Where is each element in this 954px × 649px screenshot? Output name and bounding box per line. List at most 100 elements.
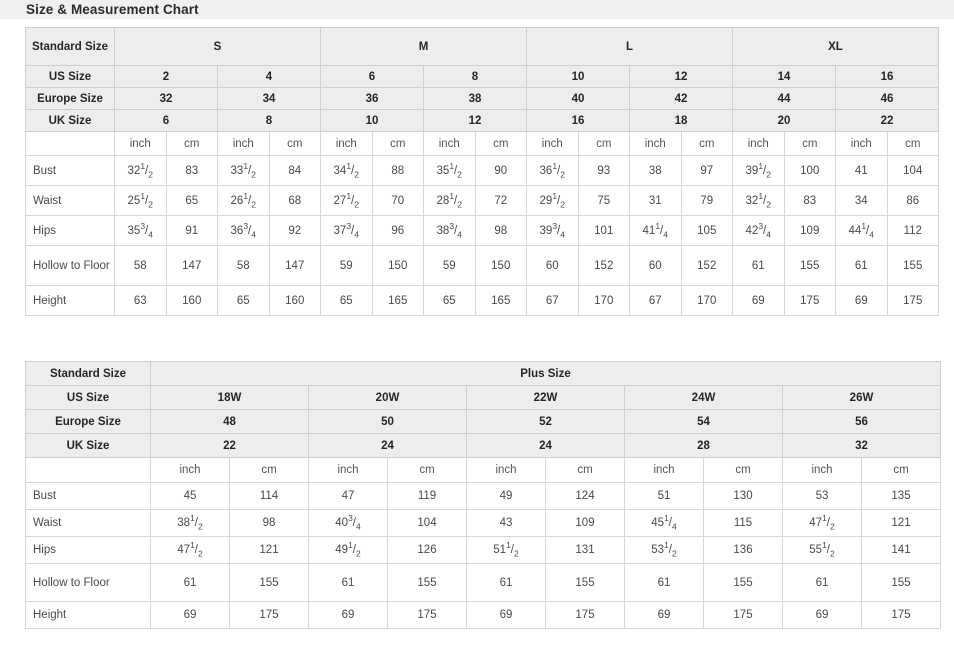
measurement-row: Hollow to Floor 58 147 58 147 59 150 59 150 60 152… <box>25 245 939 286</box>
size-row-us-size: US Size 18W 20W 22W 24W 26W <box>25 385 941 410</box>
fraction: 1/2 <box>190 540 203 559</box>
measurement-value-cell: 152 <box>680 245 733 286</box>
measurement-value-cell: 131 <box>545 536 625 564</box>
measurement-value-cell: 61 <box>835 245 888 286</box>
measurement-value-cell: 551/2 <box>782 536 862 564</box>
group-header-row: Standard Size S M L XL <box>25 27 939 66</box>
measurement-row-label: Height <box>25 285 115 316</box>
unit-row-label <box>25 131 115 156</box>
fraction: 1/2 <box>822 513 835 532</box>
measurement-value-cell: 403/4 <box>308 509 388 537</box>
size-value-cell: 12 <box>629 65 733 88</box>
size-row-uk-size: UK Size 22 24 24 28 32 <box>25 433 941 458</box>
measurement-value-cell: 68 <box>268 185 321 216</box>
unit-cell-cm: cm <box>474 131 527 156</box>
size-value-cell: 20 <box>732 109 836 132</box>
measurement-value-cell: 119 <box>387 482 467 510</box>
unit-cell-inch: inch <box>466 457 546 483</box>
measurement-value-cell: 109 <box>545 509 625 537</box>
fraction: 3/4 <box>449 220 462 239</box>
measurement-value-cell: 175 <box>783 285 836 316</box>
unit-row-label <box>25 457 151 483</box>
size-value-cell: 6 <box>114 109 218 132</box>
size-value-cell: 34 <box>217 87 321 110</box>
size-value-cell: 38 <box>423 87 527 110</box>
measurement-value-cell: 114 <box>229 482 309 510</box>
plus-size-group-header: Plus Size <box>150 361 941 386</box>
measurement-value-cell: 281/2 <box>423 185 476 216</box>
measurement-row-label: Waist <box>25 185 115 216</box>
size-value-cell: 14 <box>732 65 836 88</box>
measurement-value-cell: 175 <box>861 601 941 629</box>
measurement-value-cell: 61 <box>150 563 230 602</box>
measurement-value-cell: 155 <box>229 563 309 602</box>
measurement-value-cell: 155 <box>886 245 939 286</box>
measurement-value-cell: 115 <box>703 509 783 537</box>
unit-cell-cm: cm <box>229 457 309 483</box>
unit-cell-cm: cm <box>783 131 836 156</box>
measurement-value-cell: 121 <box>861 509 941 537</box>
size-value-cell: 24 <box>466 433 625 458</box>
measurement-value-cell: 69 <box>835 285 888 316</box>
measurement-value-cell: 155 <box>545 563 625 602</box>
fraction: 1/2 <box>552 160 565 179</box>
measurement-value-cell: 130 <box>703 482 783 510</box>
measurement-value-cell: 109 <box>783 215 836 246</box>
measurement-value-cell: 147 <box>165 245 218 286</box>
measurement-row-label: Bust <box>25 482 151 510</box>
size-value-cell: 28 <box>624 433 783 458</box>
measurement-value-cell: 271/2 <box>320 185 373 216</box>
size-value-cell: 20W <box>308 385 467 410</box>
measurement-value-cell: 170 <box>680 285 733 316</box>
measurement-value-cell: 45 <box>150 482 230 510</box>
fraction: 1/4 <box>664 513 677 532</box>
measurement-value-cell: 531/2 <box>624 536 704 564</box>
measurement-value-cell: 70 <box>371 185 424 216</box>
fraction: 1/2 <box>758 190 771 209</box>
group-header-row: Standard Size Plus Size <box>25 361 941 386</box>
measurement-value-cell: 83 <box>783 185 836 216</box>
size-row-europe-size: Europe Size 48 50 52 54 56 <box>25 409 941 434</box>
size-value-cell: 50 <box>308 409 467 434</box>
measurement-value-cell: 105 <box>680 215 733 246</box>
measurement-row-label: Hollow to Floor <box>25 563 151 602</box>
measurement-value-cell: 84 <box>268 155 321 186</box>
measurement-row-label: Height <box>25 601 151 629</box>
measurement-value-cell: 104 <box>886 155 939 186</box>
measurement-value-cell: 72 <box>474 185 527 216</box>
measurement-value-cell: 165 <box>474 285 527 316</box>
size-row-label: US Size <box>25 385 151 410</box>
size-value-cell: 32 <box>114 87 218 110</box>
unit-cell-inch: inch <box>624 457 704 483</box>
unit-cell-inch: inch <box>782 457 862 483</box>
measurement-value-cell: 34 <box>835 185 888 216</box>
measurement-value-cell: 69 <box>624 601 704 629</box>
size-value-cell: 10 <box>320 109 424 132</box>
fraction: 1/2 <box>243 160 256 179</box>
measurement-value-cell: 63 <box>114 285 167 316</box>
measurement-value-cell: 41 <box>835 155 888 186</box>
measurement-value-cell: 47 <box>308 482 388 510</box>
measurement-value-cell: 59 <box>423 245 476 286</box>
measurement-value-cell: 391/2 <box>732 155 785 186</box>
measurement-value-cell: 175 <box>387 601 467 629</box>
measurement-value-cell: 100 <box>783 155 836 186</box>
unit-cell-cm: cm <box>861 457 941 483</box>
measurement-row: Hollow to Floor 61 155 61 155 61 155 61 155 61 155 <box>25 563 941 602</box>
measurement-value-cell: 423/4 <box>732 215 785 246</box>
measurement-value-cell: 101 <box>577 215 630 246</box>
fraction: 1/2 <box>449 160 462 179</box>
measurement-value-cell: 363/4 <box>217 215 270 246</box>
measurement-value-cell: 165 <box>371 285 424 316</box>
fraction: 1/4 <box>861 220 874 239</box>
fraction: 1/2 <box>346 160 359 179</box>
measurement-value-cell: 155 <box>783 245 836 286</box>
measurement-row: Bust 321/2 83 331/2 84 341/2 88 351/2 90 361/2 93 3… <box>25 155 939 186</box>
measurement-value-cell: 251/2 <box>114 185 167 216</box>
measurement-value-cell: 69 <box>150 601 230 629</box>
measurement-value-cell: 59 <box>320 245 373 286</box>
size-value-cell: 16 <box>835 65 939 88</box>
measurement-value-cell: 361/2 <box>526 155 579 186</box>
standard-size-table-container: Standard Size S M L XL US Size 2 4 6 8 10 12 14 16 Eur… <box>0 19 954 316</box>
unit-cell-cm: cm <box>886 131 939 156</box>
